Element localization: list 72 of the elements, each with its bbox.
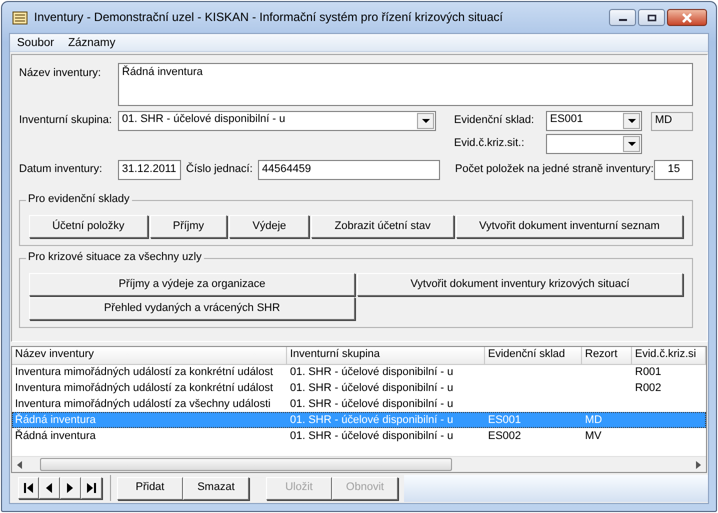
table-cell-text: Řádná inventura xyxy=(14,412,97,428)
field-label: Evidenční sklad: xyxy=(454,114,536,128)
action-button[interactable]: Výdeje xyxy=(229,215,310,238)
scrollbar-thumb[interactable] xyxy=(40,458,452,471)
action-button[interactable]: Příjmy a výdeje za organizace xyxy=(29,273,355,296)
field-label: Datum inventury: xyxy=(19,163,104,177)
table-row[interactable]: Inventura mimořádných událostí za konkrétní událost 01. SHR - účelové disponibilní - u R001 xyxy=(12,364,706,380)
table-row[interactable]: Inventura mimořádných událostí za konkrétní událost 01. SHR - účelové disponibilní - u R002 xyxy=(12,380,706,396)
table-cell-text: MD xyxy=(584,413,604,428)
table-cell-text: 01. SHR - účelové disponibilní - u xyxy=(289,365,454,380)
previous-record-button[interactable] xyxy=(39,477,60,499)
table-cell-text: R001 xyxy=(634,365,662,380)
name-field[interactable]: Řádná inventura xyxy=(118,63,693,106)
table-cell-text: ES001 xyxy=(487,413,522,428)
dropdown-field[interactable]: 01. SHR - účelové disponibilní - u xyxy=(118,111,436,131)
date-field[interactable]: 31.12.2011 xyxy=(118,160,181,180)
previous-icon xyxy=(45,483,54,493)
minimize-button[interactable] xyxy=(609,9,636,26)
field-label: Evid.č.kriz.sit.: xyxy=(454,137,526,151)
last-icon xyxy=(87,483,96,493)
close-button[interactable] xyxy=(667,9,707,26)
table-cell-text: 01. SHR - účelové disponibilní - u xyxy=(289,397,454,412)
table-cell-text: R002 xyxy=(634,381,662,396)
toolbar-button[interactable]: Přidat xyxy=(117,476,183,500)
table-cell-text: Inventura mimořádných událostí za konkrétní událost xyxy=(14,381,274,396)
window-title: Inventury - Demonstrační uzel - KISKAN - Informační systém pro řízení krizových situací xyxy=(34,10,503,25)
scroll-right-icon xyxy=(694,460,702,468)
action-button[interactable]: Příjmy xyxy=(150,215,228,238)
table-row[interactable]: Inventura mimořádných událostí za všechny události 01. SHR - účelové disponibilní - u xyxy=(12,396,706,412)
scroll-left-icon xyxy=(16,460,24,468)
group-title: Pro evidenční sklady xyxy=(26,193,132,206)
column-header[interactable]: Název inventury xyxy=(12,347,287,365)
action-button[interactable]: Vytvořit dokument inventurní seznam xyxy=(456,215,683,238)
app-icon xyxy=(12,10,28,24)
first-record-button[interactable] xyxy=(18,477,39,499)
maximize-button[interactable] xyxy=(638,9,665,26)
action-button[interactable]: Vytvořit dokument inventury krizových situací xyxy=(357,273,683,296)
table-cell-text: Inventura mimořádných událostí za konkrétní událost xyxy=(14,365,274,380)
menu-item[interactable]: Soubor xyxy=(10,34,62,51)
action-button[interactable]: Účetní položky xyxy=(29,215,148,238)
table-cell-text: Řádná inventura xyxy=(14,428,97,444)
field-label: Číslo jednací: xyxy=(186,163,254,177)
reference-field[interactable]: 44564459 xyxy=(258,160,440,180)
rezort-field: MD xyxy=(651,112,693,130)
menu-item[interactable]: Záznamy xyxy=(61,34,122,51)
column-header[interactable]: Inventurní skupina xyxy=(287,347,485,365)
table-cell-text: ES002 xyxy=(487,429,522,444)
column-header[interactable]: Evidenční sklad xyxy=(485,347,582,365)
table-cell-text: MV xyxy=(584,429,602,444)
field-label: Inventurní skupina: xyxy=(19,114,113,128)
column-header[interactable]: Evid.č.kriz.si xyxy=(632,347,706,365)
last-record-button[interactable] xyxy=(81,477,102,499)
column-header[interactable]: Rezort xyxy=(582,347,632,365)
toolbar-button[interactable]: Smazat xyxy=(183,476,249,500)
action-button[interactable]: Přehled vydaných a vrácených SHR xyxy=(29,297,355,320)
table-row[interactable]: Řádná inventura 01. SHR - účelové disponibilní - u ES002 MV xyxy=(12,428,706,444)
group-title: Pro krizové situace za všechny uzly xyxy=(26,251,204,264)
next-icon xyxy=(66,483,75,493)
table-cell-text: 01. SHR - účelové disponibilní - u xyxy=(289,381,454,396)
table-cell-text: Inventura mimořádných událostí za všechny události xyxy=(14,397,272,412)
table-cell-text: 01. SHR - účelové disponibilní - u xyxy=(289,413,454,428)
dropdown-field[interactable]: ES001 xyxy=(546,111,642,131)
close-icon xyxy=(681,12,693,22)
page-size-field[interactable]: 15 xyxy=(654,160,693,180)
action-button[interactable]: Zobrazit účetní stav xyxy=(311,215,454,238)
first-icon xyxy=(24,483,33,493)
table-cell-text: 01. SHR - účelové disponibilní - u xyxy=(289,429,454,444)
next-record-button[interactable] xyxy=(60,477,81,499)
field-label: Název inventury: xyxy=(19,66,102,81)
field-label: Počet položek na jedné straně inventury: xyxy=(455,163,654,177)
dropdown-field[interactable] xyxy=(546,134,642,154)
maximize-icon xyxy=(646,14,656,22)
